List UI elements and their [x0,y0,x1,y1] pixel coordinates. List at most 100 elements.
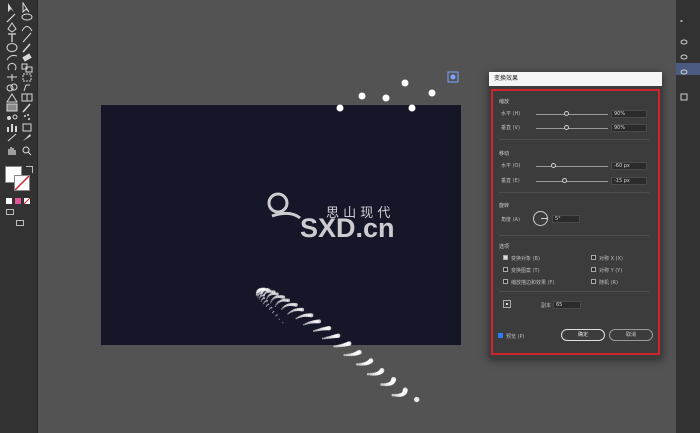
spiral-dot [336,333,341,338]
spiral-dot [303,323,305,326]
scale-horizontal-label: 水平 (H) [501,111,521,117]
ok-button[interactable]: 确定 [561,329,605,341]
spiral-dot [408,104,416,112]
move-horizontal-slider[interactable] [536,166,608,167]
spiral-dot [357,349,362,355]
preview-label: 预览 (P) [506,334,525,340]
option-label: 对称 X (X) [599,256,623,262]
spiral-dot [379,367,385,373]
spiral-dot [309,313,314,318]
scale-horizontal-field[interactable]: 90% [611,110,647,118]
spiral-dot [263,297,266,300]
option-label: 变换对象 (B) [511,256,540,262]
layer-row[interactable] [676,33,700,45]
spiral-dot [326,326,332,331]
spiral-dot [275,304,277,306]
spiral-dot [343,353,346,357]
transform-patterns-checkbox[interactable] [503,267,508,272]
copies-label: 副本 [541,303,552,309]
move-horizontal-slider-handle[interactable] [551,163,556,168]
transform-objects-checkbox[interactable] [503,255,508,260]
spiral-dot [274,305,276,307]
reflect-x-checkbox[interactable] [591,255,596,260]
move-horizontal-label: 水平 (O) [501,163,521,169]
layer-row-selected[interactable] [676,63,700,75]
divider [499,139,649,140]
spiral-dot [402,387,408,393]
spiral-dot [272,290,276,294]
watermark-tagline: 思 山 现 代 [326,206,390,221]
spiral-dot [366,372,370,376]
watermark-logo: SXD.cn 思 山 现 代 [267,192,395,243]
move-vertical-field[interactable]: -15 px [611,177,647,185]
spiral-dot [391,376,397,383]
spiral-dot [281,295,286,299]
spiral-dot [313,330,315,332]
scale-vertical-slider-handle[interactable] [564,125,569,130]
rotate-heading: 旋转 [499,203,510,209]
spiral-dot [358,92,366,100]
scale-strokes-checkbox[interactable] [503,279,508,284]
scale-horizontal-slider-handle[interactable] [564,111,569,116]
spiral-dot [321,337,324,340]
spiral-dot [276,314,278,316]
panel-tab[interactable]: ▪ [680,18,683,23]
spiral-dot [414,396,420,403]
spiral-dot [278,318,280,320]
spiral-dot [300,307,305,312]
spiral-dot [346,341,352,346]
spiral-dot [368,358,374,364]
spiral-dot [262,294,266,297]
spiral-dot [260,300,262,302]
spiral-dot [316,319,322,324]
dialog-title[interactable]: 变换效果 [489,72,662,86]
spiral-dot [266,299,268,302]
move-horizontal-field[interactable]: -60 px [611,162,647,170]
move-heading: 移动 [499,151,510,157]
layer-row[interactable] [676,88,700,101]
spiral-dot [282,322,284,324]
right-panel: ▪ [676,0,700,433]
spiral-dot [265,305,267,307]
option-label: 随机 (R) [599,280,618,286]
layer-row[interactable] [676,48,700,60]
spiral-dot [270,306,273,309]
spiral-dot [287,313,289,315]
scale-vertical-slider[interactable] [536,128,608,129]
option-label: 对称 Y (Y) [599,268,623,274]
spiral-dot [272,310,275,313]
move-vertical-slider-handle[interactable] [562,178,567,183]
spiral-dot [401,79,409,87]
cancel-button[interactable]: 取消 [609,329,653,341]
transform-center-icon[interactable] [447,71,459,83]
spiral-dot [269,307,271,309]
spiral-dot [275,292,279,296]
spiral-dot [268,308,270,310]
spiral-dot [266,297,268,299]
copies-field[interactable]: 65 [553,301,581,309]
scale-horizontal-slider[interactable] [536,114,608,115]
divider [499,235,649,236]
spiral-dot [356,363,359,366]
move-vertical-slider[interactable] [536,181,608,182]
rotate-angle-label: 角度 (A) [501,217,520,223]
preview-checkbox[interactable] [498,333,503,338]
scale-vertical-label: 垂直 (V) [501,125,520,131]
spiral-dot [333,345,336,348]
spiral-dot [391,393,395,397]
spiral-dot [382,94,390,102]
spiral-dot [257,296,259,298]
spiral-dot [270,300,273,302]
spiral-dot [428,89,436,97]
rotate-angle-field[interactable]: 5° [552,215,580,223]
options-heading: 选项 [499,244,510,250]
scale-vertical-field[interactable]: 90% [611,124,647,132]
random-checkbox[interactable] [591,279,596,284]
spiral-dot [336,104,344,112]
rotation-dial[interactable] [533,211,548,226]
option-label: 缩放描边和效果 (F) [511,280,555,286]
reference-point-icon[interactable] [503,300,511,308]
spiral-dot [261,294,263,297]
reflect-y-checkbox[interactable] [591,267,596,272]
spiral-dot [286,298,290,303]
